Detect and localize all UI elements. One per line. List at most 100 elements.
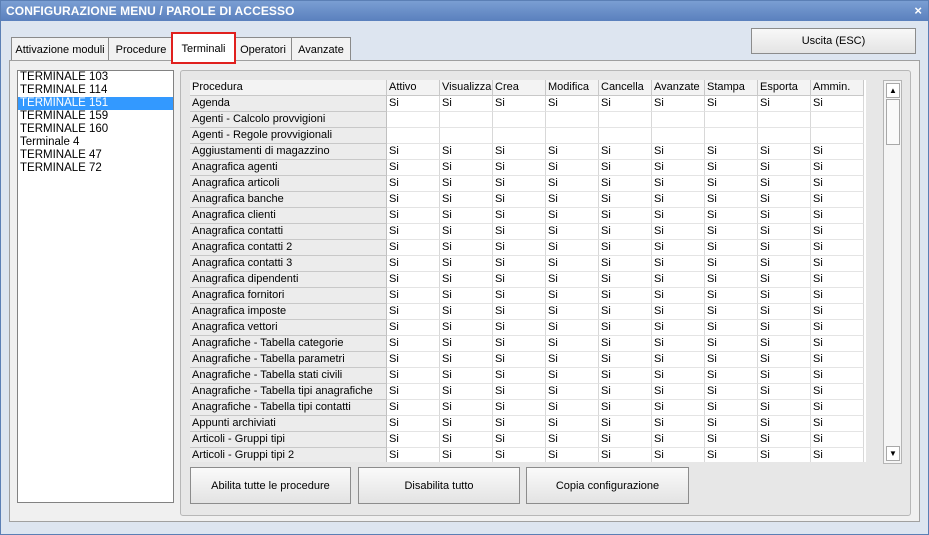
grid-row[interactable]: Anagrafica fornitori Si Si Si Si Si Si Si Si Si <box>190 288 864 304</box>
permission-cell[interactable]: Si <box>440 368 493 384</box>
permission-cell[interactable]: Si <box>758 144 811 160</box>
permission-cell[interactable]: Si <box>387 176 440 192</box>
permission-cell[interactable]: Si <box>652 256 705 272</box>
permission-cell[interactable]: Si <box>705 96 758 112</box>
permission-cell[interactable]: Si <box>546 432 599 448</box>
permission-cell[interactable]: Si <box>546 448 599 462</box>
permission-cell[interactable]: Si <box>493 304 546 320</box>
permission-cell[interactable]: Si <box>387 160 440 176</box>
permission-cell[interactable]: Si <box>811 352 864 368</box>
permission-cell[interactable]: Si <box>387 192 440 208</box>
permission-cell[interactable]: Si <box>811 448 864 462</box>
permission-cell[interactable] <box>652 128 705 144</box>
permission-cell[interactable]: Si <box>758 416 811 432</box>
permission-cell[interactable]: Si <box>546 96 599 112</box>
permission-cell[interactable]: Si <box>440 160 493 176</box>
permission-cell[interactable]: Si <box>546 208 599 224</box>
permission-cell[interactable]: Si <box>387 384 440 400</box>
permission-cell[interactable]: Si <box>652 144 705 160</box>
permission-cell[interactable]: Si <box>440 192 493 208</box>
permission-cell[interactable]: Si <box>811 224 864 240</box>
permission-cell[interactable] <box>705 128 758 144</box>
permission-cell[interactable]: Si <box>546 320 599 336</box>
permission-cell[interactable]: Si <box>493 448 546 462</box>
permission-cell[interactable]: Si <box>652 336 705 352</box>
permission-cell[interactable]: Si <box>440 288 493 304</box>
scroll-thumb[interactable] <box>886 99 900 145</box>
permission-cell[interactable] <box>811 112 864 128</box>
permission-cell[interactable]: Si <box>758 96 811 112</box>
permission-cell[interactable] <box>811 128 864 144</box>
permission-cell[interactable]: Si <box>599 448 652 462</box>
permission-cell[interactable]: Si <box>493 144 546 160</box>
column-header[interactable]: Attivo <box>387 80 440 96</box>
permission-cell[interactable]: Si <box>758 240 811 256</box>
permission-cell[interactable]: Si <box>387 144 440 160</box>
permission-cell[interactable]: Si <box>493 384 546 400</box>
permission-cell[interactable]: Si <box>440 384 493 400</box>
permission-cell[interactable]: Si <box>758 432 811 448</box>
grid-row[interactable]: Anagrafica agenti Si Si Si Si Si Si Si Si Si <box>190 160 864 176</box>
permission-cell[interactable]: Si <box>811 96 864 112</box>
grid-row[interactable]: Articoli - Gruppi tipi Si Si Si Si Si Si Si Si Si <box>190 432 864 448</box>
permission-cell[interactable]: Si <box>705 448 758 462</box>
permission-cell[interactable]: Si <box>599 144 652 160</box>
permission-cell[interactable]: Si <box>599 240 652 256</box>
terminal-list-item[interactable]: Terminale 4 <box>18 136 173 149</box>
permission-cell[interactable]: Si <box>758 336 811 352</box>
terminal-list-item[interactable]: TERMINALE 47 <box>18 149 173 162</box>
grid-row[interactable]: Anagrafica vettori Si Si Si Si Si Si Si Si Si <box>190 320 864 336</box>
column-header[interactable]: Cancella <box>599 80 652 96</box>
permission-cell[interactable] <box>387 112 440 128</box>
permission-cell[interactable] <box>493 128 546 144</box>
permission-cell[interactable] <box>758 112 811 128</box>
permission-cell[interactable]: Si <box>493 400 546 416</box>
tab-attivazione-moduli[interactable]: Attivazione moduli <box>11 37 109 62</box>
permission-cell[interactable]: Si <box>811 320 864 336</box>
permission-cell[interactable]: Si <box>705 432 758 448</box>
permission-cell[interactable]: Si <box>811 400 864 416</box>
permission-cell[interactable]: Si <box>705 416 758 432</box>
permission-cell[interactable]: Si <box>387 224 440 240</box>
permission-cell[interactable]: Si <box>811 384 864 400</box>
permission-cell[interactable]: Si <box>652 176 705 192</box>
grid-row[interactable]: Anagrafiche - Tabella stati civili Si Si Si… <box>190 368 864 384</box>
terminal-list-item[interactable]: TERMINALE 114 <box>18 84 173 97</box>
permission-cell[interactable] <box>546 128 599 144</box>
permission-cell[interactable] <box>440 112 493 128</box>
permission-cell[interactable]: Si <box>705 160 758 176</box>
permission-cell[interactable]: Si <box>440 176 493 192</box>
permission-cell[interactable]: Si <box>387 288 440 304</box>
permission-cell[interactable]: Si <box>652 224 705 240</box>
permission-cell[interactable]: Si <box>652 96 705 112</box>
permission-cell[interactable]: Si <box>387 304 440 320</box>
permission-cell[interactable] <box>493 112 546 128</box>
permission-cell[interactable]: Si <box>440 256 493 272</box>
permission-cell[interactable] <box>652 112 705 128</box>
permission-cell[interactable]: Si <box>758 448 811 462</box>
grid-row[interactable]: Anagrafiche - Tabella tipi contatti Si Si S… <box>190 400 864 416</box>
permission-cell[interactable]: Si <box>546 272 599 288</box>
tab-operatori[interactable]: Operatori <box>234 37 292 62</box>
grid-row[interactable]: Anagrafica dipendenti Si Si Si Si Si Si Si Si Si <box>190 272 864 288</box>
permission-cell[interactable]: Si <box>440 432 493 448</box>
permission-cell[interactable]: Si <box>387 336 440 352</box>
permission-cell[interactable]: Si <box>387 416 440 432</box>
permission-cell[interactable]: Si <box>546 256 599 272</box>
permission-cell[interactable]: Si <box>705 272 758 288</box>
permission-cell[interactable]: Si <box>599 432 652 448</box>
permission-cell[interactable]: Si <box>387 272 440 288</box>
permission-cell[interactable]: Si <box>546 176 599 192</box>
disable-all-button[interactable]: Disabilita tutto <box>358 467 520 504</box>
permission-cell[interactable]: Si <box>493 352 546 368</box>
permission-cell[interactable]: Si <box>546 160 599 176</box>
permission-cell[interactable]: Si <box>493 256 546 272</box>
permission-cell[interactable]: Si <box>387 96 440 112</box>
permission-cell[interactable]: Si <box>546 368 599 384</box>
permission-cell[interactable]: Si <box>493 160 546 176</box>
grid-row[interactable]: Anagrafica clienti Si Si Si Si Si Si Si Si Si <box>190 208 864 224</box>
permission-cell[interactable]: Si <box>652 400 705 416</box>
permission-cell[interactable]: Si <box>811 368 864 384</box>
permission-cell[interactable]: Si <box>811 256 864 272</box>
permission-cell[interactable]: Si <box>546 400 599 416</box>
